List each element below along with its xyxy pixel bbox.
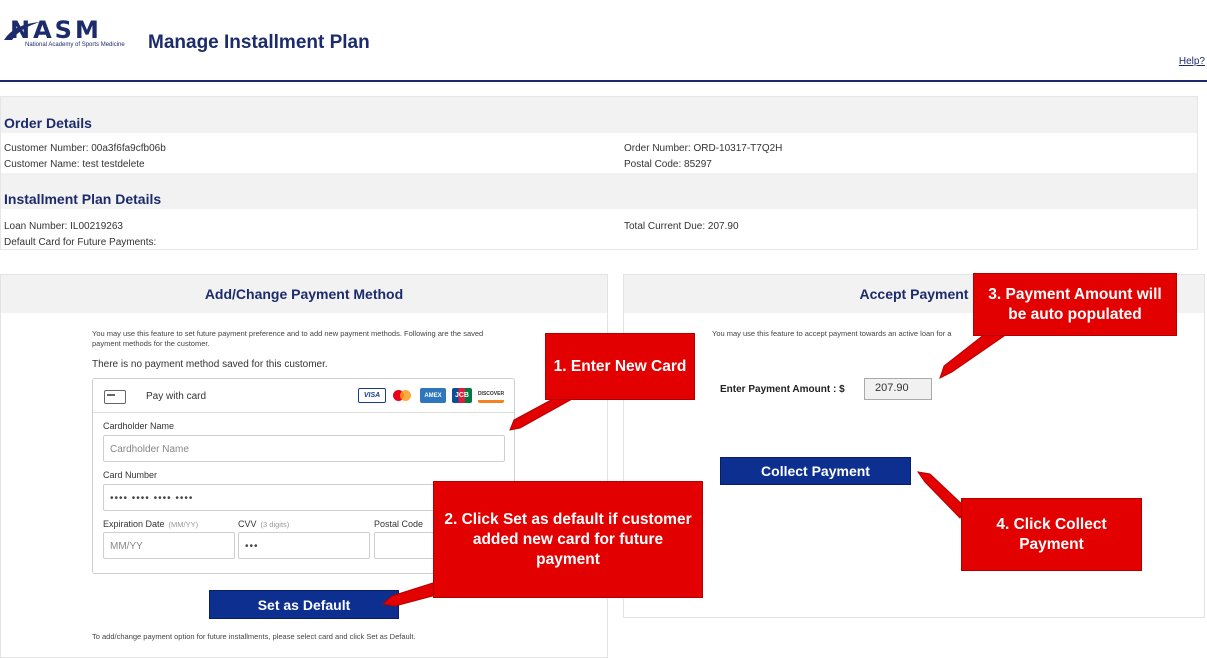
no-method-text: There is no payment method saved for thi… xyxy=(92,359,328,370)
payment-amount-input[interactable]: 207.90 xyxy=(864,378,932,400)
order-details-header: Order Details xyxy=(1,97,1197,133)
expiration-date-label: Expiration Date (MM/YY) xyxy=(103,519,198,529)
postal-code: Postal Code: 85297 xyxy=(624,159,712,170)
callout-step2: 2. Click Set as default if customer adde… xyxy=(433,481,703,598)
callout-step3: 3. Payment Amount will be auto populated xyxy=(973,273,1177,336)
mastercard-icon xyxy=(392,388,414,403)
page-header: NASM National Academy of Sports Medicine… xyxy=(0,0,1207,82)
page-title: Manage Installment Plan xyxy=(148,32,370,53)
postal-code-label: Postal Code xyxy=(374,519,424,529)
payment-amount-label: Enter Payment Amount : $ xyxy=(720,384,845,395)
cardholder-name-input[interactable]: Cardholder Name xyxy=(103,435,505,462)
help-link[interactable]: Help? xyxy=(1179,56,1205,67)
expiration-date-input[interactable]: MM/YY xyxy=(103,532,235,559)
pay-with-card-row[interactable]: Pay with card VISA AMEX JCB DISCOVER xyxy=(93,379,514,413)
callout-step4: 4. Click Collect Payment xyxy=(961,498,1142,571)
order-number: Order Number: ORD-10317-T7Q2H xyxy=(624,143,783,154)
nasm-logo: NASM National Academy of Sports Medicine xyxy=(2,14,142,54)
jcb-icon: JCB xyxy=(452,388,472,403)
payment-method-footnote: To add/change payment option for future … xyxy=(92,632,416,641)
expiration-date-hint: (MM/YY) xyxy=(168,520,199,529)
cvv-input[interactable]: ••• xyxy=(238,532,370,559)
callout-step1: 1. Enter New Card xyxy=(545,333,695,400)
loan-number: Loan Number: IL00219263 xyxy=(4,221,123,232)
order-details-heading: Order Details xyxy=(4,115,92,131)
amex-icon: AMEX xyxy=(420,388,446,403)
visa-icon: VISA xyxy=(358,388,386,403)
logo-wordmark: NASM xyxy=(10,16,102,44)
total-current-due: Total Current Due: 207.90 xyxy=(624,221,739,232)
details-panel: Order Details Customer Number: 00a3f6fa9… xyxy=(0,96,1198,250)
customer-number: Customer Number: 00a3f6fa9cfb06b xyxy=(4,143,166,154)
cvv-label-text: CVV xyxy=(238,519,257,529)
expiration-date-label-text: Expiration Date xyxy=(103,519,165,529)
collect-payment-button[interactable]: Collect Payment xyxy=(720,457,911,485)
installment-details-heading: Installment Plan Details xyxy=(4,191,162,207)
set-as-default-button[interactable]: Set as Default xyxy=(209,590,399,619)
card-number-label: Card Number xyxy=(103,470,158,480)
credit-card-icon xyxy=(104,390,126,404)
customer-name: Customer Name: test testdelete xyxy=(4,159,145,170)
cvv-label: CVV (3 digits) xyxy=(238,519,289,529)
installment-details-header: Installment Plan Details xyxy=(1,173,1197,209)
cardholder-name-label: Cardholder Name xyxy=(103,421,175,431)
cvv-hint: (3 digits) xyxy=(260,520,290,529)
accept-payment-intro: You may use this feature to accept payme… xyxy=(712,329,952,338)
discover-icon: DISCOVER xyxy=(478,388,504,403)
payment-method-heading: Add/Change Payment Method xyxy=(1,275,607,313)
payment-method-intro: You may use this feature to set future p… xyxy=(92,329,484,348)
default-card: Default Card for Future Payments: xyxy=(4,237,157,248)
card-brands: VISA AMEX JCB DISCOVER xyxy=(358,388,504,403)
logo-subtext: National Academy of Sports Medicine xyxy=(25,42,125,48)
pay-with-card-label: Pay with card xyxy=(146,391,207,402)
